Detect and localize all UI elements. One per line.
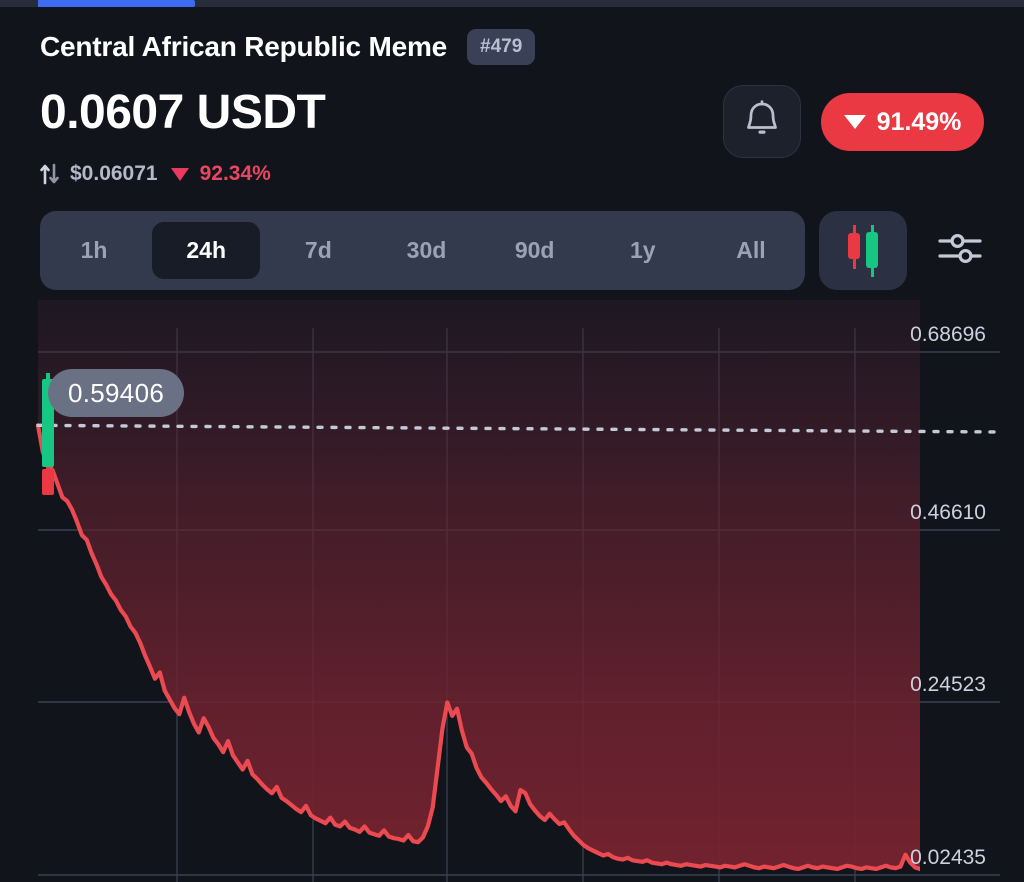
range-tab-30d[interactable]: 30d <box>372 222 480 279</box>
current-price: 0.0607 USDT <box>40 86 326 139</box>
alert-bell-button[interactable] <box>723 85 801 158</box>
range-tab-all[interactable]: All <box>697 222 805 279</box>
range-tab-90d[interactable]: 90d <box>481 222 589 279</box>
page-title: Central African Republic Meme <box>40 31 448 62</box>
sub-price-row: $0.06071 92.34% <box>40 162 271 186</box>
price-chart-screen: Central African Republic Meme #479 0.060… <box>0 0 1024 882</box>
y-axis-label-2: 0.24523 <box>910 673 986 696</box>
page-progress-fill <box>38 0 195 7</box>
swap-vertical-icon[interactable] <box>40 163 59 185</box>
chart-settings-button[interactable] <box>934 226 986 274</box>
range-tab-1y[interactable]: 1y <box>589 222 697 279</box>
price-change-value: 91.49% <box>876 107 962 136</box>
coin-title-row: Central African Republic Meme #479 <box>40 29 536 65</box>
coin-header: Central African Republic Meme #479 0.060… <box>0 7 1024 202</box>
rank-badge[interactable]: #479 <box>467 29 536 65</box>
price-row: 0.0607 USDT <box>40 86 326 140</box>
time-range-selector: 1h 24h 7d 30d 90d 1y All <box>40 211 805 290</box>
sliders-icon <box>937 227 983 274</box>
range-tab-7d[interactable]: 7d <box>264 222 372 279</box>
down-triangle-icon <box>170 167 189 181</box>
open-price-pill[interactable]: 0.59406 <box>48 369 185 417</box>
chart-type-candlestick-button[interactable] <box>819 211 907 290</box>
y-axis-label-3: 0.02435 <box>910 846 986 869</box>
down-triangle-icon <box>843 115 866 129</box>
sub-price-change: 92.34% <box>199 162 271 185</box>
range-tab-1h[interactable]: 1h <box>40 222 148 279</box>
bell-icon <box>744 100 780 143</box>
y-axis-label-1: 0.46610 <box>910 501 986 524</box>
sub-price-value: $0.06071 <box>70 162 158 185</box>
page-progress-track[interactable] <box>0 0 1024 7</box>
y-axis-label-0: 0.68696 <box>910 323 986 346</box>
candlestick-icon <box>848 224 878 277</box>
price-change-badge[interactable]: 91.49% <box>821 93 984 151</box>
range-tab-24h[interactable]: 24h <box>152 222 261 279</box>
